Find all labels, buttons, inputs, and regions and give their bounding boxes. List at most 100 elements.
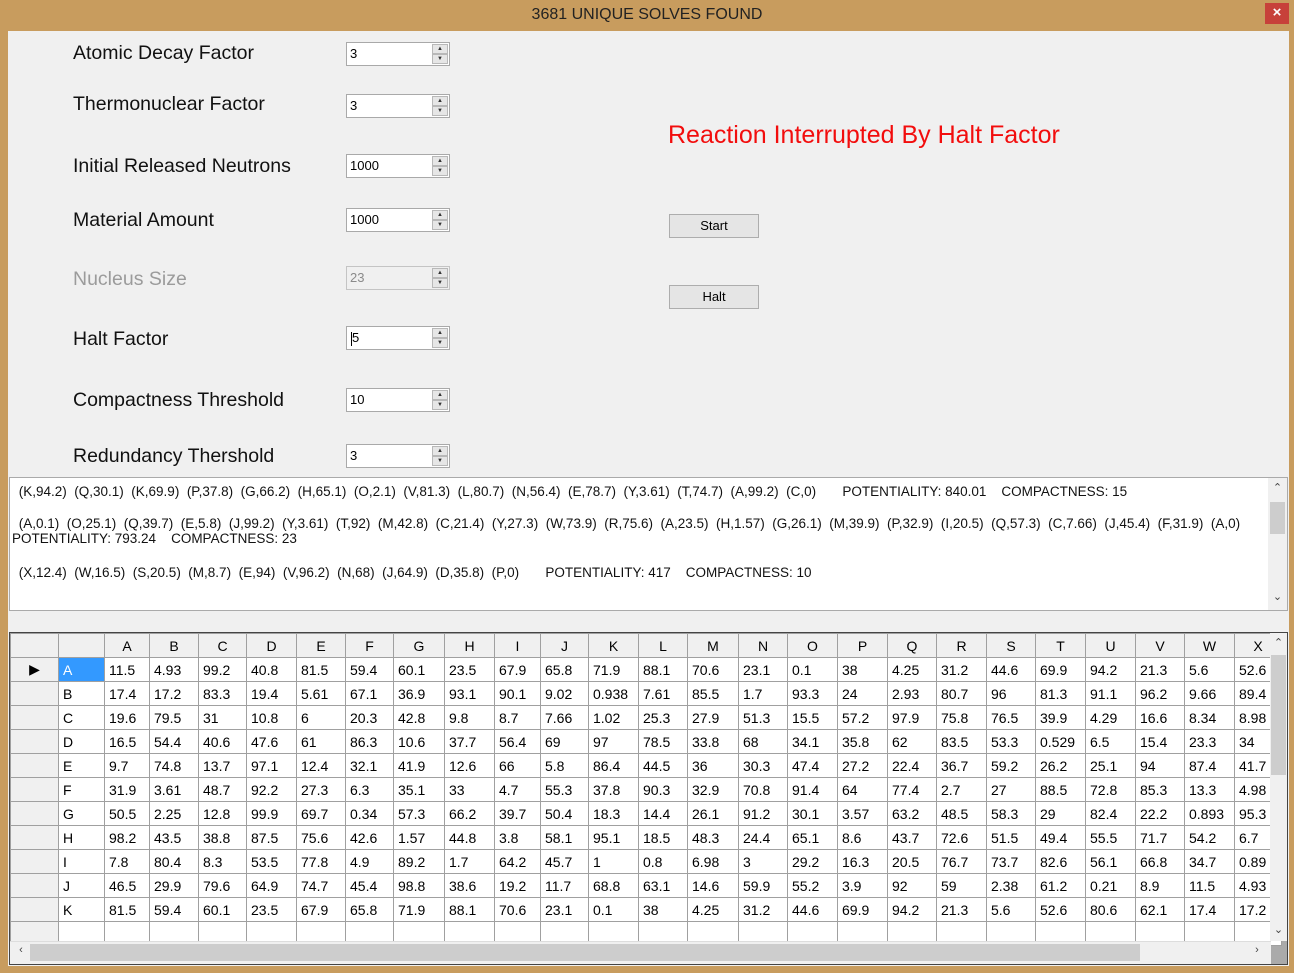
grid-cell[interactable]: 51.3	[738, 705, 788, 730]
column-header-d[interactable]: D	[246, 633, 297, 658]
grid-cell[interactable]: 57.3	[393, 801, 445, 826]
spin-up-icon[interactable]: ▲	[432, 156, 448, 166]
grid-cell[interactable]: 23.1	[540, 897, 589, 922]
grid-cell[interactable]: 47.4	[787, 753, 838, 778]
grid-corner[interactable]	[10, 633, 59, 658]
column-header-j[interactable]: J	[540, 633, 589, 658]
row-label-cell[interactable]: F	[58, 777, 105, 802]
grid-cell[interactable]: 32.9	[687, 777, 739, 802]
grid-cell[interactable]: 0.529	[1035, 729, 1086, 754]
column-header-t[interactable]: T	[1035, 633, 1086, 658]
grid-cell[interactable]: 22.4	[887, 753, 937, 778]
grid-cell[interactable]: 21.3	[1135, 657, 1185, 682]
column-header-f[interactable]: F	[345, 633, 394, 658]
grid-cell[interactable]: 29.2	[787, 849, 838, 874]
grid-cell[interactable]: 61	[296, 729, 346, 754]
grid-cell[interactable]: 48.3	[687, 825, 739, 850]
grid-cell[interactable]: 56.1	[1085, 849, 1136, 874]
column-header-q[interactable]: Q	[887, 633, 937, 658]
grid-cell[interactable]: 0.21	[1085, 873, 1136, 898]
grid-cell[interactable]: 97.9	[887, 705, 937, 730]
spin-down-icon[interactable]: ▼	[432, 106, 448, 116]
grid-cell[interactable]: 66.2	[444, 801, 495, 826]
grid-cell[interactable]: 27.9	[687, 705, 739, 730]
grid-cell[interactable]: 92.2	[246, 777, 297, 802]
grid-cell[interactable]: 32.1	[345, 753, 394, 778]
grid-cell[interactable]: 40.8	[246, 657, 297, 682]
grid-cell[interactable]: 59.4	[345, 657, 394, 682]
grid-cell[interactable]: 83.5	[936, 729, 987, 754]
grid-cell[interactable]: 11.5	[104, 657, 150, 682]
compactness-threshold-input[interactable]: 10 ▲ ▼	[346, 388, 450, 412]
row-header[interactable]	[10, 849, 59, 874]
grid-cell[interactable]: 1	[588, 849, 639, 874]
grid-horizontal-scrollbar[interactable]: ‹ ›	[10, 941, 1271, 964]
row-label-cell[interactable]: J	[58, 873, 105, 898]
grid-cell[interactable]: 6.5	[1085, 729, 1136, 754]
grid-cell[interactable]: 98.2	[104, 825, 150, 850]
grid-cell[interactable]: 0.893	[1184, 801, 1235, 826]
grid-cell[interactable]: 31.2	[738, 897, 788, 922]
spin-up-icon[interactable]: ▲	[432, 96, 448, 106]
grid-cell[interactable]: 69.9	[1035, 657, 1086, 682]
grid-cell[interactable]: 12.4	[296, 753, 346, 778]
grid-cell[interactable]: 10.6	[393, 729, 445, 754]
grid-cell[interactable]: 64.9	[246, 873, 297, 898]
grid-cell[interactable]: 0.1	[588, 897, 639, 922]
grid-cell[interactable]: 69.9	[837, 897, 888, 922]
table-row[interactable]: E 9.7 74.8 13.7 97.1 12.4 32.1 41.9 12.6 66 5.8 86.…	[10, 753, 1282, 778]
grid-cell[interactable]: 18.3	[588, 801, 639, 826]
grid-cell[interactable]: 29	[1035, 801, 1086, 826]
grid-cell[interactable]: 69.7	[296, 801, 346, 826]
grid-cell[interactable]: 55.3	[540, 777, 589, 802]
grid-cell[interactable]: 43.5	[149, 825, 199, 850]
grid-cell[interactable]: 65.8	[345, 897, 394, 922]
grid-cell[interactable]: 95.1	[588, 825, 639, 850]
grid-cell[interactable]: 44.5	[638, 753, 688, 778]
grid-cell[interactable]: 42.6	[345, 825, 394, 850]
grid-cell[interactable]: 80.4	[149, 849, 199, 874]
table-row[interactable]: I 7.8 80.4 8.3 53.5 77.8 4.9 89.2 1.7 64.2 45.7 1 0.…	[10, 849, 1282, 874]
grid-cell[interactable]: 21.3	[936, 897, 987, 922]
grid-cell[interactable]: 62.1	[1135, 897, 1185, 922]
grid-cell[interactable]: 25.3	[638, 705, 688, 730]
grid-cell[interactable]: 82.4	[1085, 801, 1136, 826]
grid-cell[interactable]: 19.6	[104, 705, 150, 730]
row-header[interactable]	[10, 777, 59, 802]
grid-cell[interactable]: 59.9	[738, 873, 788, 898]
grid-cell[interactable]: 70.6	[687, 657, 739, 682]
column-header-l[interactable]: L	[638, 633, 688, 658]
grid-cell[interactable]: 74.8	[149, 753, 199, 778]
row-label-cell[interactable]: E	[58, 753, 105, 778]
grid-cell[interactable]: 66	[494, 753, 541, 778]
spin-down-icon[interactable]: ▼	[432, 220, 448, 230]
grid-cell[interactable]: 86.4	[588, 753, 639, 778]
row-label-cell[interactable]: C	[58, 705, 105, 730]
grid-cell[interactable]: 97.1	[246, 753, 297, 778]
column-header-v[interactable]: V	[1135, 633, 1185, 658]
grid-rowlabel-header[interactable]	[58, 633, 105, 658]
grid-cell[interactable]: 3.8	[494, 825, 541, 850]
grid-cell[interactable]: 58.1	[540, 825, 589, 850]
spin-up-icon[interactable]: ▲	[432, 44, 448, 54]
column-header-s[interactable]: S	[986, 633, 1036, 658]
atomic-decay-factor-input[interactable]: 3 ▲ ▼	[346, 42, 450, 66]
grid-cell[interactable]: 35.1	[393, 777, 445, 802]
grid-cell[interactable]: 76.7	[936, 849, 987, 874]
grid-cell[interactable]: 1.7	[738, 681, 788, 706]
grid-cell[interactable]: 50.4	[540, 801, 589, 826]
grid-cell[interactable]: 3.9	[837, 873, 888, 898]
grid-cell[interactable]: 69	[540, 729, 589, 754]
grid-cell[interactable]: 27.2	[837, 753, 888, 778]
grid-cell[interactable]: 83.3	[198, 681, 247, 706]
spin-down-icon[interactable]: ▼	[432, 166, 448, 176]
scrollbar-thumb[interactable]	[1271, 655, 1286, 775]
grid-cell[interactable]: 31	[198, 705, 247, 730]
grid-cell[interactable]: 41.9	[393, 753, 445, 778]
grid-cell[interactable]: 87.5	[246, 825, 297, 850]
grid-cell[interactable]: 75.6	[296, 825, 346, 850]
table-row[interactable]: K 81.5 59.4 60.1 23.5 67.9 65.8 71.9 88.1 70.6 23.…	[10, 897, 1282, 922]
grid-cell[interactable]: 8.6	[837, 825, 888, 850]
spin-up-icon[interactable]: ▲	[432, 210, 448, 220]
grid-cell[interactable]: 49.4	[1035, 825, 1086, 850]
